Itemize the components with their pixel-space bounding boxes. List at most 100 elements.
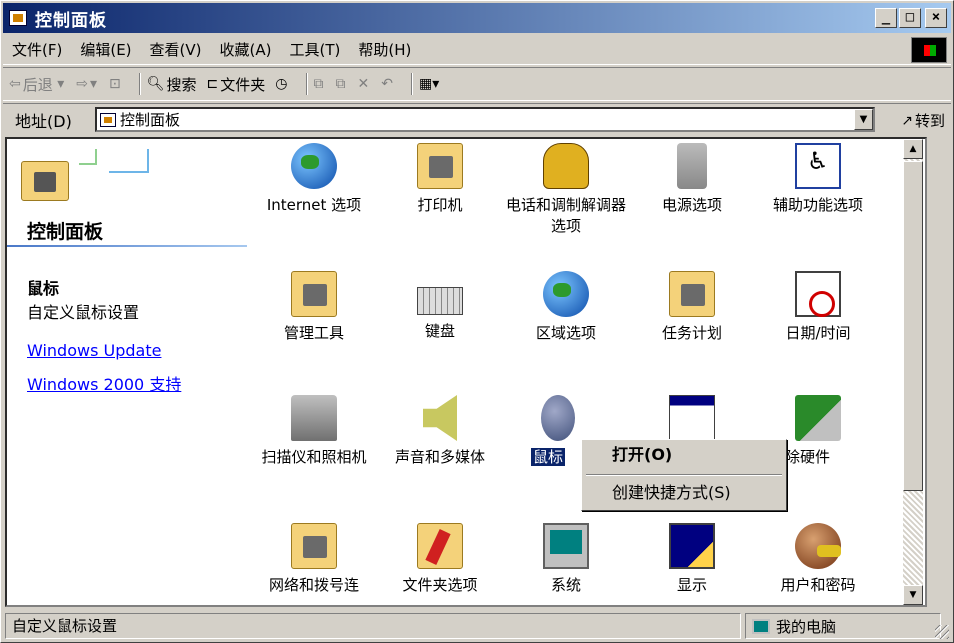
context-create-shortcut-item[interactable]: 创建快捷方式(S) — [582, 478, 786, 510]
folders-label: 文件夹 — [220, 75, 266, 94]
icon-printers[interactable]: 打印机 — [377, 143, 503, 216]
window-controls: _ □ × — [875, 8, 947, 28]
icon-users-passwords[interactable]: 用户和密码 — [755, 523, 881, 596]
history-button[interactable]: ◷ — [275, 76, 289, 92]
windows-logo-icon — [911, 37, 947, 63]
icon-folder-options[interactable]: 文件夹选项 — [377, 523, 503, 596]
arrow-up-icon: ▲ — [909, 144, 917, 154]
delete-icon: ✕ — [357, 76, 370, 92]
toolbar-separator — [305, 73, 308, 95]
goto-arrow-icon: ↗ — [901, 112, 913, 129]
menu-view[interactable]: 查看(V) — [141, 39, 211, 60]
icon-label: 任务计划 — [661, 324, 722, 342]
keyboard-icon — [417, 287, 463, 315]
toolbar-separator — [138, 73, 141, 95]
icon-system[interactable]: 系统 — [503, 523, 629, 596]
mouse-icon — [541, 395, 575, 441]
speaker-icon — [423, 395, 457, 441]
move-to-button[interactable]: ⧉ — [314, 76, 326, 92]
control-panel-folder-icon — [21, 161, 69, 201]
left-info-pane: 控制面板 鼠标 自定义鼠标设置 Windows Update Windows 2… — [7, 139, 247, 605]
back-button[interactable]: ⇦ 后退 ▾ — [9, 74, 66, 95]
views-button[interactable]: ▦▾ — [419, 76, 441, 92]
icon-label: 用户和密码 — [780, 576, 856, 594]
pane-divider — [7, 245, 247, 247]
icon-label: 鼠标 — [531, 448, 566, 466]
selected-item-name: 鼠标 — [27, 279, 60, 298]
toolbar-separator — [410, 73, 413, 95]
icon-sounds-multimedia[interactable]: 声音和多媒体 — [377, 395, 503, 468]
accessibility-icon — [795, 143, 841, 189]
icon-label: 电源选项 — [661, 196, 722, 214]
undo-button[interactable]: ↶ — [381, 76, 395, 92]
icon-label: 扫描仪和照相机 — [261, 448, 367, 466]
icon-label: 打印机 — [417, 196, 463, 214]
scroll-thumb[interactable] — [903, 161, 923, 491]
forward-button[interactable]: ⇨ ▾ — [76, 76, 99, 92]
minimize-button[interactable]: _ — [875, 8, 897, 28]
icon-regional-options[interactable]: 区域选项 — [503, 271, 629, 344]
icon-label: 管理工具 — [283, 324, 344, 342]
menu-file[interactable]: 文件(F) — [3, 39, 71, 60]
icon-label: 电话和调制解调器选项 — [505, 196, 626, 235]
icon-internet-options[interactable]: Internet 选项 — [251, 143, 377, 216]
icon-date-time[interactable]: 日期/时间 — [755, 271, 881, 344]
menu-help[interactable]: 帮助(H) — [349, 39, 420, 60]
toolbar: ⇦ 后退 ▾ ⇨ ▾ ⊡ 🔍︎ 搜索 ⊏ 文件夹 ◷ ⧉ ⧉ ✕ ↶ ▦▾ — [3, 67, 951, 101]
menu-edit[interactable]: 编辑(E) — [71, 39, 140, 60]
icon-scheduled-tasks[interactable]: 任务计划 — [629, 271, 755, 344]
search-icon: 🔍︎ — [146, 76, 165, 92]
icon-label: 声音和多媒体 — [394, 448, 485, 466]
context-open-item[interactable]: 打开(O) — [582, 440, 786, 472]
vertical-scrollbar[interactable]: ▲ ▼ — [903, 139, 923, 605]
status-text: 自定义鼠标设置 — [5, 613, 741, 639]
up-folder-button[interactable]: ⊡ — [109, 76, 123, 92]
icon-admin-tools[interactable]: 管理工具 — [251, 271, 377, 344]
arrow-down-icon: ▼ — [909, 590, 917, 600]
calendar-clock-icon — [795, 271, 841, 317]
address-dropdown-button[interactable]: ▼ — [854, 109, 873, 130]
windows-update-link[interactable]: Windows Update — [27, 341, 161, 360]
icon-phone-modem[interactable]: 电话和调制解调器选项 — [503, 143, 629, 237]
icon-grid: Internet 选项 打印机 电话和调制解调器选项 电源选项 辅助功能选项 — [247, 139, 925, 605]
delete-button[interactable]: ✕ — [358, 76, 372, 92]
maximize-button[interactable]: □ — [899, 8, 921, 28]
icon-display[interactable]: 显示 — [629, 523, 755, 596]
search-button[interactable]: 🔍︎ 搜索 — [147, 74, 197, 95]
icon-label: 辅助功能选项 — [772, 196, 863, 214]
scroll-up-button[interactable]: ▲ — [903, 139, 923, 159]
dropdown-arrow-icon: ▾ — [89, 76, 97, 92]
close-button[interactable]: × — [925, 8, 947, 28]
icon-keyboard[interactable]: 键盘 — [377, 271, 503, 342]
hardware-icon — [795, 395, 841, 441]
icon-scanners-cameras[interactable]: 扫描仪和照相机 — [251, 395, 377, 468]
goto-button[interactable]: ↗ 转到 — [901, 110, 945, 131]
menu-tools[interactable]: 工具(T) — [280, 39, 349, 60]
scroll-down-button[interactable]: ▼ — [903, 585, 923, 605]
views-icon: ▦▾ — [418, 76, 440, 92]
windows-support-link[interactable]: Windows 2000 支持 — [27, 371, 181, 395]
icon-power-options[interactable]: 电源选项 — [629, 143, 755, 216]
icon-accessibility[interactable]: 辅助功能选项 — [755, 143, 881, 216]
icon-label: 系统 — [550, 576, 581, 594]
context-menu: 打开(O) 创建快捷方式(S) — [581, 439, 787, 511]
copy-to-button[interactable]: ⧉ — [336, 76, 348, 92]
status-zone-label: 我的电脑 — [776, 617, 837, 636]
display-icon — [669, 523, 715, 569]
printer-folder-icon — [417, 143, 463, 189]
folders-button[interactable]: ⊏ 文件夹 — [207, 74, 266, 95]
scheduled-tasks-icon — [669, 271, 715, 317]
address-input[interactable]: 控制面板 ▼ — [95, 107, 875, 132]
menu-favorites[interactable]: 收藏(A) — [211, 39, 281, 60]
title-bar[interactable]: 控制面板 _ □ × — [3, 3, 951, 33]
icon-network-dialup[interactable]: 网络和拨号连 — [251, 523, 377, 596]
resize-grip[interactable] — [935, 625, 949, 639]
undo-icon: ↶ — [381, 76, 393, 92]
icon-label: Internet 选项 — [266, 196, 362, 214]
globe-icon — [291, 143, 337, 189]
content-area: 控制面板 鼠标 自定义鼠标设置 Windows Update Windows 2… — [5, 137, 927, 607]
back-label: 后退 — [22, 75, 53, 94]
address-label: 地址(D) — [15, 111, 72, 131]
window-title: 控制面板 — [35, 10, 107, 31]
chevron-down-icon: ▼ — [859, 114, 868, 125]
